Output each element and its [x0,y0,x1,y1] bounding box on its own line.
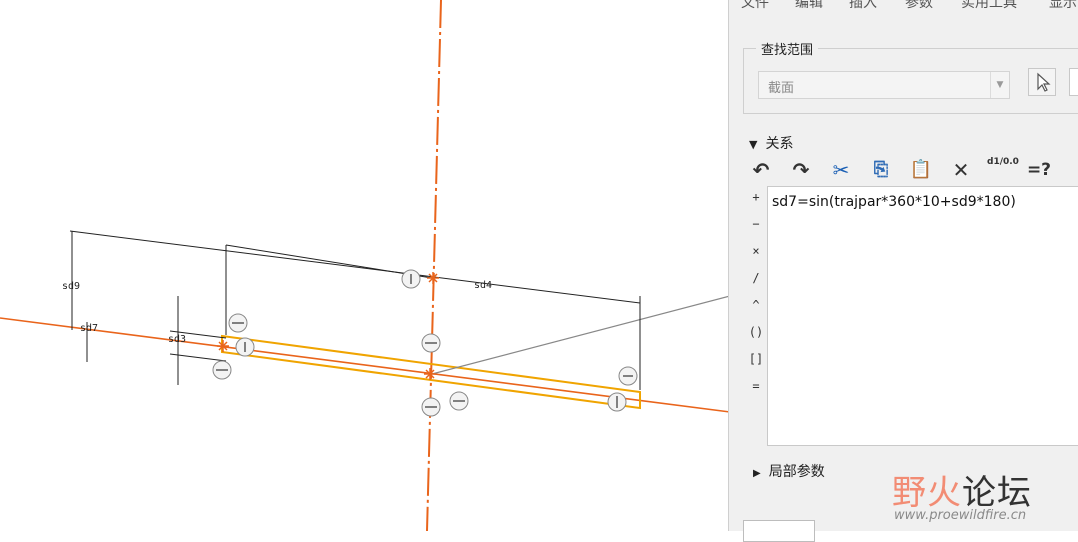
relations-panel: 文件 编辑 插入 参数 实用工具 显示 查找范围 截面 ▼ ▼ 关系 ↶ ↷ ✂ … [728,0,1078,542]
local-params-title: 局部参数 [768,464,825,480]
menu-show[interactable]: 显示 [1049,0,1077,12]
op-equals-button[interactable]: = [747,379,765,393]
select-pointer-button[interactable] [1028,68,1056,96]
relations-editor[interactable]: sd7=sin(trajpar*360*10+sd9*180) [767,186,1078,446]
search-scope-title: 查找范围 [756,39,819,58]
menu-utilities[interactable]: 实用工具 [961,0,1017,12]
menu-insert[interactable]: 插入 [849,0,877,12]
paste-icon[interactable]: 📋 [907,156,935,184]
relations-toolbar: ↶ ↷ ✂ ⎘ 📋 ✕ d1/0.0 =? [747,156,1078,184]
watermark-url: www.proewildfire.cn [894,508,1027,523]
cut-icon[interactable]: ✂ [827,156,855,184]
op-parens-button[interactable]: () [747,325,765,339]
origin-marker [217,272,439,380]
relations-title: 关系 [765,136,794,152]
select-extra-button[interactable] [1069,68,1078,96]
op-divide-button[interactable]: / [747,271,765,285]
bottom-button[interactable] [743,520,815,542]
delete-icon[interactable]: ✕ [947,156,975,184]
op-multiply-button[interactable]: × [747,244,765,258]
dim-sd3[interactable]: sd3 [168,334,186,345]
watermark-logo: 野火论坛 www.proewildfire.cn [892,465,1072,525]
undo-icon[interactable]: ↶ [747,156,775,184]
expand-down-icon: ▼ [749,138,758,151]
relations-text[interactable]: sd7=sin(trajpar*360*10+sd9*180) [772,194,1016,210]
watermark-big-2: 论坛 [962,473,1032,513]
menu-parameters[interactable]: 参数 [905,0,933,12]
redo-icon[interactable]: ↷ [787,156,815,184]
dim-sd7[interactable]: sd7 [80,323,98,334]
sketch-canvas[interactable]: sd9 sd7 sd3 sd4 [0,0,730,531]
chevron-down-icon[interactable]: ▼ [990,72,1009,98]
local-params-header[interactable]: ▶ 局部参数 [753,461,825,481]
op-plus-button[interactable]: + [747,190,765,204]
dim-sd4[interactable]: sd4 [474,280,492,291]
dim-sd9[interactable]: sd9 [62,281,80,292]
op-brackets-button[interactable]: [] [747,352,765,366]
verify-relations-icon[interactable]: =? [1025,156,1053,184]
menu-file[interactable]: 文件 [741,0,769,12]
expand-right-icon: ▶ [753,468,761,479]
menu-bar: 文件 编辑 插入 参数 实用工具 显示 [729,0,1078,12]
search-scope-select[interactable]: 截面 ▼ [758,71,1010,99]
op-power-button[interactable]: ^ [747,298,765,312]
op-minus-button[interactable]: − [747,217,765,231]
copy-icon[interactable]: ⎘ [867,156,895,184]
switch-units-icon[interactable]: d1/0.0 [987,156,1019,184]
watermark-big-1: 野火 [892,473,962,513]
menu-edit[interactable]: 编辑 [795,0,823,12]
search-scope-value: 截面 [768,81,795,96]
relations-section-header[interactable]: ▼ 关系 [749,133,793,153]
cursor-arrow-icon [1037,72,1051,92]
